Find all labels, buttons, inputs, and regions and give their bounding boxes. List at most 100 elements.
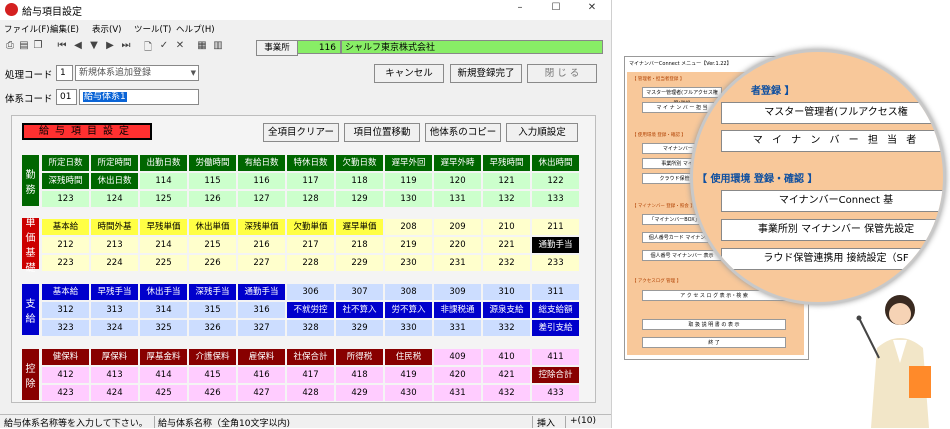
grid-cell-tanka[interactable]: 通勤手当 <box>532 237 579 253</box>
grid-cell-kojo[interactable]: 428 <box>287 385 334 401</box>
grid-cell-tanka[interactable]: 233 <box>532 255 579 271</box>
calc-icon[interactable]: ▥ <box>212 40 224 51</box>
grid-cell-shikyu[interactable]: 非課税通 <box>434 302 481 318</box>
grid-cell-shikyu[interactable]: 通勤手当 <box>238 284 285 300</box>
grid-cell-tanka[interactable]: 215 <box>189 237 236 253</box>
grid-cell-kinmu[interactable]: 早残時間 <box>483 155 530 171</box>
grid-cell-shikyu[interactable]: 社不算入 <box>336 302 383 318</box>
grid-cell-tanka[interactable]: 208 <box>385 219 432 235</box>
grid-cell-kinmu[interactable]: 130 <box>385 191 432 207</box>
grid-cell-shikyu[interactable]: 309 <box>434 284 481 300</box>
grid-cell-kojo[interactable]: 432 <box>483 385 530 401</box>
grid-cell-kinmu[interactable]: 遅早外回 <box>385 155 432 171</box>
last-record-icon[interactable]: ⏭ <box>120 40 132 51</box>
grid-cell-shikyu[interactable]: 332 <box>483 320 530 336</box>
grid-cell-shikyu[interactable]: 差引支給 <box>532 320 579 336</box>
grid-cell-kojo[interactable]: 417 <box>287 367 334 383</box>
grid-cell-kojo[interactable]: 425 <box>140 385 187 401</box>
grid-cell-kinmu[interactable]: 遅早外時 <box>434 155 481 171</box>
grid-cell-shikyu[interactable]: 休出手当 <box>140 284 187 300</box>
grid-cell-kinmu[interactable]: 128 <box>287 191 334 207</box>
grid-cell-kinmu[interactable]: 深残時間 <box>42 173 89 189</box>
grid-cell-tanka[interactable]: 228 <box>287 255 334 271</box>
cancel-button[interactable]: キャンセル <box>374 64 444 83</box>
grid-cell-tanka[interactable]: 230 <box>385 255 432 271</box>
grid-cell-kinmu[interactable]: 129 <box>336 191 383 207</box>
minimize-button[interactable]: – <box>510 2 530 16</box>
grid-cell-kinmu[interactable]: 特休日数 <box>287 155 334 171</box>
grid-cell-kojo[interactable]: 410 <box>483 349 530 365</box>
grid-cell-kinmu[interactable]: 欠勤日数 <box>336 155 383 171</box>
grid-cell-shikyu[interactable]: 327 <box>238 320 285 336</box>
grid-cell-kinmu[interactable]: 出勤日数 <box>140 155 187 171</box>
grid-cell-kojo[interactable]: 雇保料 <box>238 349 285 365</box>
save-check-icon[interactable]: ✓ <box>158 40 170 51</box>
grid-cell-kojo[interactable]: 厚保料 <box>91 349 138 365</box>
grid-cell-kinmu[interactable]: 114 <box>140 173 187 189</box>
grid-cell-tanka[interactable]: 232 <box>483 255 530 271</box>
maximize-button[interactable]: ☐ <box>546 2 566 16</box>
grid-cell-shikyu[interactable]: 323 <box>42 320 89 336</box>
grid-cell-tanka[interactable]: 213 <box>91 237 138 253</box>
grid-cell-kojo[interactable]: 厚基金料 <box>140 349 187 365</box>
grid-cell-kinmu[interactable]: 休出時間 <box>532 155 579 171</box>
grid-cell-kinmu[interactable]: 127 <box>238 191 285 207</box>
grid-cell-kojo[interactable]: 429 <box>336 385 383 401</box>
grid-cell-tanka[interactable]: 224 <box>91 255 138 271</box>
grid-cell-shikyu[interactable]: 早残手当 <box>91 284 138 300</box>
grid-cell-shikyu[interactable]: 314 <box>140 302 187 318</box>
grid-cell-tanka[interactable]: 231 <box>434 255 481 271</box>
grid-cell-tanka[interactable]: 209 <box>434 219 481 235</box>
grid-cell-kinmu[interactable]: 133 <box>532 191 579 207</box>
grid-cell-kinmu[interactable]: 所定時間 <box>91 155 138 171</box>
menu-view[interactable]: 表示(V) <box>92 23 121 35</box>
grid-cell-kojo[interactable]: 430 <box>385 385 432 401</box>
grid-cell-tanka[interactable]: 227 <box>238 255 285 271</box>
grid-cell-tanka[interactable]: 基本給 <box>42 219 89 235</box>
grid-cell-kojo[interactable]: 421 <box>483 367 530 383</box>
grid-cell-kojo[interactable]: 426 <box>189 385 236 401</box>
grid-cell-kinmu[interactable]: 122 <box>532 173 579 189</box>
grid-cell-shikyu[interactable]: 315 <box>189 302 236 318</box>
grid-cell-tanka[interactable]: 229 <box>336 255 383 271</box>
grid-cell-shikyu[interactable]: 労不算入 <box>385 302 432 318</box>
grid-cell-shikyu[interactable]: 331 <box>434 320 481 336</box>
grid-cell-shikyu[interactable]: 325 <box>140 320 187 336</box>
grid-cell-tanka[interactable]: 214 <box>140 237 187 253</box>
grid-cell-tanka[interactable]: 225 <box>140 255 187 271</box>
grid-cell-shikyu[interactable]: 313 <box>91 302 138 318</box>
grid-cell-kinmu[interactable]: 所定日数 <box>42 155 89 171</box>
menu-file[interactable]: ファイル(F) <box>4 23 50 35</box>
grid-cell-shikyu[interactable]: 328 <box>287 320 334 336</box>
grid-cell-kojo[interactable]: 418 <box>336 367 383 383</box>
grid-cell-kojo[interactable]: 420 <box>434 367 481 383</box>
grid-cell-kojo[interactable]: 社保合計 <box>287 349 334 365</box>
grid-cell-tanka[interactable]: 早残単価 <box>140 219 187 235</box>
grid-cell-kojo[interactable]: 433 <box>532 385 579 401</box>
taikei-code-input[interactable]: 01 <box>56 89 77 105</box>
new-icon[interactable]: 🗋 <box>142 40 154 57</box>
grid-cell-tanka[interactable]: 212 <box>42 237 89 253</box>
grid-cell-kinmu[interactable]: 123 <box>42 191 89 207</box>
grid-cell-shikyu[interactable]: 308 <box>385 284 432 300</box>
grid-cell-kojo[interactable]: 416 <box>238 367 285 383</box>
grid-cell-kinmu[interactable]: 有給日数 <box>238 155 285 171</box>
next-record-icon[interactable]: ▶ <box>104 40 116 51</box>
grid-cell-shikyu[interactable]: 源泉支給 <box>483 302 530 318</box>
grid-cell-tanka[interactable]: 217 <box>287 237 334 253</box>
grid-cell-kojo[interactable]: 414 <box>140 367 187 383</box>
grid-cell-tanka[interactable]: 218 <box>336 237 383 253</box>
move-position-button[interactable]: 項目位置移動 <box>344 123 420 142</box>
grid-cell-shikyu[interactable]: 324 <box>91 320 138 336</box>
grid-cell-shikyu[interactable]: 310 <box>483 284 530 300</box>
first-record-icon[interactable]: ⏮ <box>56 40 68 51</box>
menu-help[interactable]: ヘルプ(H) <box>176 23 215 35</box>
grid-cell-shikyu[interactable]: 307 <box>336 284 383 300</box>
grid-cell-tanka[interactable]: 223 <box>42 255 89 271</box>
grid-cell-shikyu[interactable]: 311 <box>532 284 579 300</box>
copy-icon[interactable]: ❐ <box>32 40 44 51</box>
grid-cell-tanka[interactable]: 時間外基 <box>91 219 138 235</box>
grid-cell-tanka[interactable]: 210 <box>483 219 530 235</box>
grid-cell-kojo[interactable]: 413 <box>91 367 138 383</box>
grid-cell-shikyu[interactable]: 306 <box>287 284 334 300</box>
